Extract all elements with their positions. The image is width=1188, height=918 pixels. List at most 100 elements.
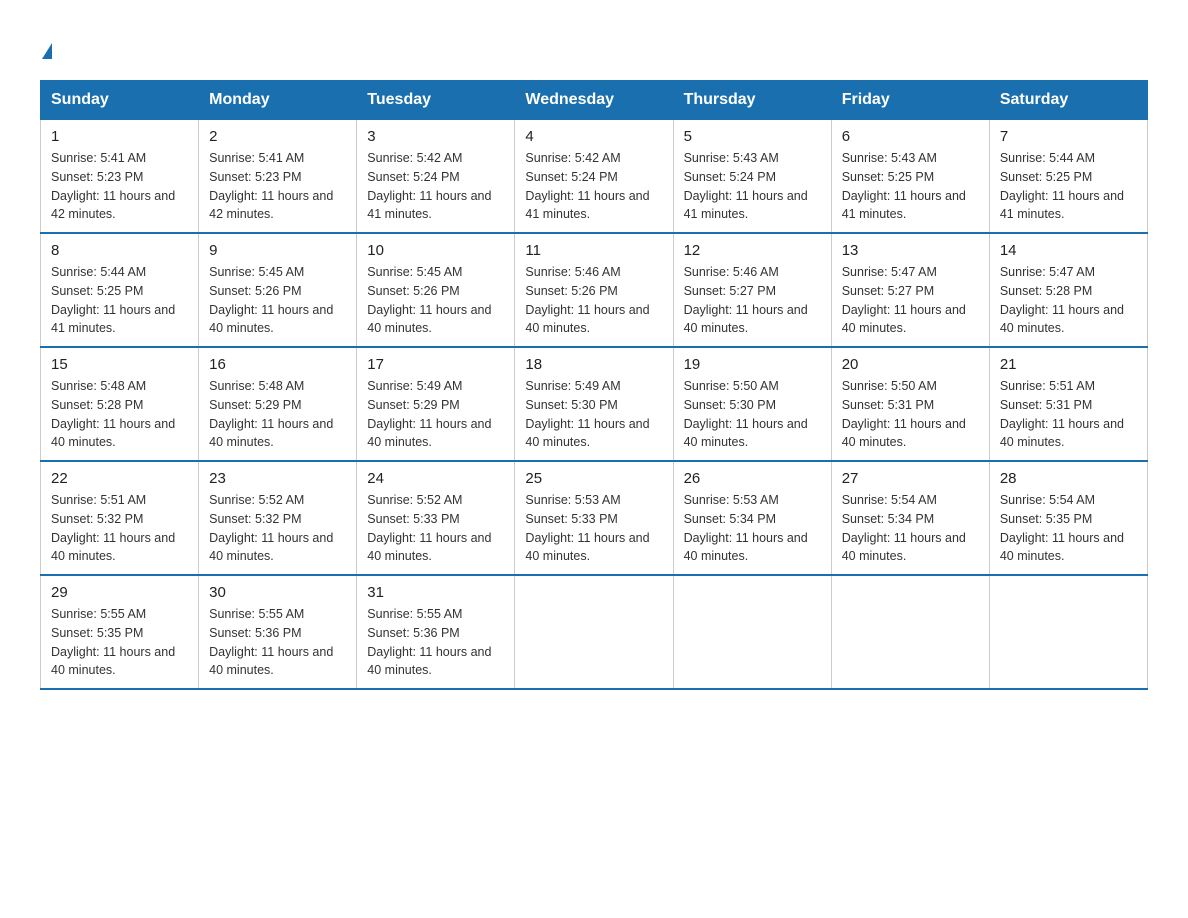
calendar-cell: 22 Sunrise: 5:51 AMSunset: 5:32 PMDayligh… — [41, 461, 199, 575]
calendar-cell: 1 Sunrise: 5:41 AMSunset: 5:23 PMDaylight… — [41, 120, 199, 234]
day-info: Sunrise: 5:44 AMSunset: 5:25 PMDaylight:… — [51, 263, 188, 338]
header-tuesday: Tuesday — [357, 81, 515, 120]
calendar-cell — [673, 575, 831, 689]
calendar-week-row: 8 Sunrise: 5:44 AMSunset: 5:25 PMDaylight… — [41, 233, 1148, 347]
calendar-cell — [989, 575, 1147, 689]
day-info: Sunrise: 5:48 AMSunset: 5:28 PMDaylight:… — [51, 377, 188, 452]
day-number: 31 — [367, 584, 504, 601]
day-number: 2 — [209, 128, 346, 145]
calendar-cell: 30Sunrise: 5:55 AMSunset: 5:36 PMDayligh… — [199, 575, 357, 689]
calendar-cell: 3 Sunrise: 5:42 AMSunset: 5:24 PMDaylight… — [357, 120, 515, 234]
day-number: 17 — [367, 356, 504, 373]
day-number: 21 — [1000, 356, 1137, 373]
day-info: Sunrise: 5:46 AMSunset: 5:26 PMDaylight:… — [525, 263, 662, 338]
day-number: 27 — [842, 470, 979, 487]
calendar-cell: 8 Sunrise: 5:44 AMSunset: 5:25 PMDaylight… — [41, 233, 199, 347]
calendar-cell: 5 Sunrise: 5:43 AMSunset: 5:24 PMDaylight… — [673, 120, 831, 234]
calendar-cell: 2 Sunrise: 5:41 AMSunset: 5:23 PMDaylight… — [199, 120, 357, 234]
day-number: 19 — [684, 356, 821, 373]
day-info: Sunrise: 5:50 AMSunset: 5:30 PMDaylight:… — [684, 377, 821, 452]
calendar-cell: 12 Sunrise: 5:46 AMSunset: 5:27 PMDayligh… — [673, 233, 831, 347]
day-info: Sunrise: 5:45 AMSunset: 5:26 PMDaylight:… — [367, 263, 504, 338]
day-info: Sunrise: 5:45 AMSunset: 5:26 PMDaylight:… — [209, 263, 346, 338]
day-info: Sunrise: 5:54 AMSunset: 5:34 PMDaylight:… — [842, 491, 979, 566]
day-info: Sunrise: 5:51 AMSunset: 5:32 PMDaylight:… — [51, 491, 188, 566]
calendar-cell: 6 Sunrise: 5:43 AMSunset: 5:25 PMDaylight… — [831, 120, 989, 234]
calendar-cell: 27 Sunrise: 5:54 AMSunset: 5:34 PMDayligh… — [831, 461, 989, 575]
day-number: 5 — [684, 128, 821, 145]
calendar-week-row: 29 Sunrise: 5:55 AMSunset: 5:35 PMDayligh… — [41, 575, 1148, 689]
header — [40, 30, 1148, 62]
day-number: 20 — [842, 356, 979, 373]
day-info: Sunrise: 5:52 AMSunset: 5:32 PMDaylight:… — [209, 491, 346, 566]
day-number: 1 — [51, 128, 188, 145]
day-info: Sunrise: 5:42 AMSunset: 5:24 PMDaylight:… — [525, 149, 662, 224]
day-number: 22 — [51, 470, 188, 487]
day-number: 8 — [51, 242, 188, 259]
calendar-cell: 31 Sunrise: 5:55 AMSunset: 5:36 PMDayligh… — [357, 575, 515, 689]
calendar-cell: 26 Sunrise: 5:53 AMSunset: 5:34 PMDayligh… — [673, 461, 831, 575]
calendar-cell: 4 Sunrise: 5:42 AMSunset: 5:24 PMDaylight… — [515, 120, 673, 234]
logo — [40, 30, 52, 62]
day-info: Sunrise: 5:49 AMSunset: 5:29 PMDaylight:… — [367, 377, 504, 452]
day-info: Sunrise: 5:41 AMSunset: 5:23 PMDaylight:… — [51, 149, 188, 224]
day-number: 16 — [209, 356, 346, 373]
calendar-cell: 28Sunrise: 5:54 AMSunset: 5:35 PMDayligh… — [989, 461, 1147, 575]
header-saturday: Saturday — [989, 81, 1147, 120]
calendar-week-row: 15 Sunrise: 5:48 AMSunset: 5:28 PMDayligh… — [41, 347, 1148, 461]
calendar-table: SundayMondayTuesdayWednesdayThursdayFrid… — [40, 80, 1148, 690]
day-info: Sunrise: 5:43 AMSunset: 5:25 PMDaylight:… — [842, 149, 979, 224]
day-number: 12 — [684, 242, 821, 259]
day-info: Sunrise: 5:55 AMSunset: 5:35 PMDaylight:… — [51, 605, 188, 680]
calendar-cell: 16Sunrise: 5:48 AMSunset: 5:29 PMDayligh… — [199, 347, 357, 461]
calendar-cell: 14 Sunrise: 5:47 AMSunset: 5:28 PMDayligh… — [989, 233, 1147, 347]
day-number: 9 — [209, 242, 346, 259]
calendar-cell: 11 Sunrise: 5:46 AMSunset: 5:26 PMDayligh… — [515, 233, 673, 347]
day-info: Sunrise: 5:41 AMSunset: 5:23 PMDaylight:… — [209, 149, 346, 224]
calendar-cell: 25 Sunrise: 5:53 AMSunset: 5:33 PMDayligh… — [515, 461, 673, 575]
day-info: Sunrise: 5:53 AMSunset: 5:34 PMDaylight:… — [684, 491, 821, 566]
day-number: 29 — [51, 584, 188, 601]
day-info: Sunrise: 5:43 AMSunset: 5:24 PMDaylight:… — [684, 149, 821, 224]
header-thursday: Thursday — [673, 81, 831, 120]
calendar-cell: 21Sunrise: 5:51 AMSunset: 5:31 PMDayligh… — [989, 347, 1147, 461]
day-number: 6 — [842, 128, 979, 145]
calendar-cell: 18Sunrise: 5:49 AMSunset: 5:30 PMDayligh… — [515, 347, 673, 461]
day-info: Sunrise: 5:44 AMSunset: 5:25 PMDaylight:… — [1000, 149, 1137, 224]
day-info: Sunrise: 5:49 AMSunset: 5:30 PMDaylight:… — [525, 377, 662, 452]
day-info: Sunrise: 5:47 AMSunset: 5:28 PMDaylight:… — [1000, 263, 1137, 338]
day-info: Sunrise: 5:47 AMSunset: 5:27 PMDaylight:… — [842, 263, 979, 338]
day-number: 25 — [525, 470, 662, 487]
day-number: 7 — [1000, 128, 1137, 145]
calendar-header-row: SundayMondayTuesdayWednesdayThursdayFrid… — [41, 81, 1148, 120]
day-number: 23 — [209, 470, 346, 487]
calendar-cell: 17 Sunrise: 5:49 AMSunset: 5:29 PMDayligh… — [357, 347, 515, 461]
day-number: 26 — [684, 470, 821, 487]
calendar-cell: 20 Sunrise: 5:50 AMSunset: 5:31 PMDayligh… — [831, 347, 989, 461]
day-number: 10 — [367, 242, 504, 259]
day-number: 13 — [842, 242, 979, 259]
calendar-cell: 10 Sunrise: 5:45 AMSunset: 5:26 PMDayligh… — [357, 233, 515, 347]
calendar-week-row: 1 Sunrise: 5:41 AMSunset: 5:23 PMDaylight… — [41, 120, 1148, 234]
day-number: 3 — [367, 128, 504, 145]
day-info: Sunrise: 5:54 AMSunset: 5:35 PMDaylight:… — [1000, 491, 1137, 566]
calendar-cell: 9 Sunrise: 5:45 AMSunset: 5:26 PMDaylight… — [199, 233, 357, 347]
day-info: Sunrise: 5:55 AMSunset: 5:36 PMDaylight:… — [367, 605, 504, 680]
calendar-cell: 29 Sunrise: 5:55 AMSunset: 5:35 PMDayligh… — [41, 575, 199, 689]
day-info: Sunrise: 5:46 AMSunset: 5:27 PMDaylight:… — [684, 263, 821, 338]
calendar-cell: 15 Sunrise: 5:48 AMSunset: 5:28 PMDayligh… — [41, 347, 199, 461]
day-info: Sunrise: 5:52 AMSunset: 5:33 PMDaylight:… — [367, 491, 504, 566]
calendar-cell: 24Sunrise: 5:52 AMSunset: 5:33 PMDayligh… — [357, 461, 515, 575]
header-monday: Monday — [199, 81, 357, 120]
calendar-cell: 19 Sunrise: 5:50 AMSunset: 5:30 PMDayligh… — [673, 347, 831, 461]
calendar-cell: 23 Sunrise: 5:52 AMSunset: 5:32 PMDayligh… — [199, 461, 357, 575]
day-info: Sunrise: 5:53 AMSunset: 5:33 PMDaylight:… — [525, 491, 662, 566]
header-wednesday: Wednesday — [515, 81, 673, 120]
day-number: 11 — [525, 242, 662, 259]
header-sunday: Sunday — [41, 81, 199, 120]
day-number: 15 — [51, 356, 188, 373]
day-number: 4 — [525, 128, 662, 145]
day-info: Sunrise: 5:42 AMSunset: 5:24 PMDaylight:… — [367, 149, 504, 224]
day-info: Sunrise: 5:50 AMSunset: 5:31 PMDaylight:… — [842, 377, 979, 452]
day-number: 14 — [1000, 242, 1137, 259]
